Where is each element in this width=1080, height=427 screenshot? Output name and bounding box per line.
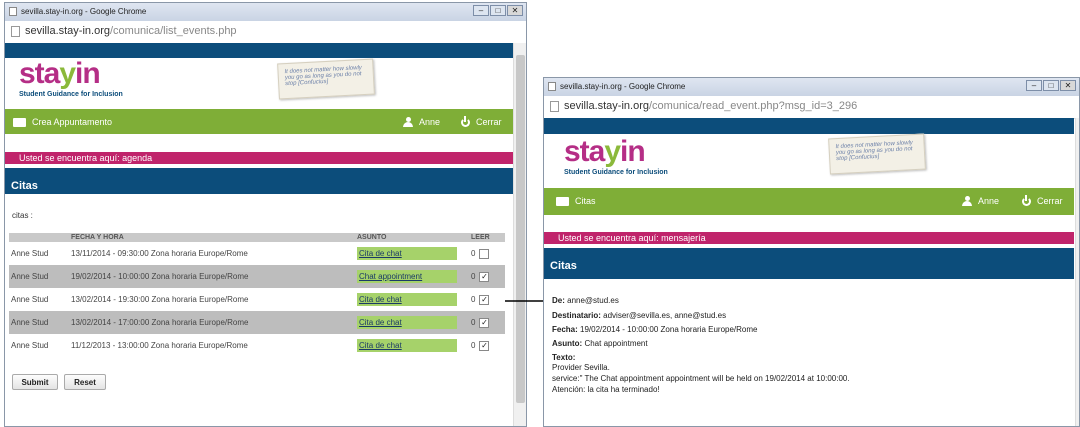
read-checkbox[interactable]: ✓ [479,317,490,328]
row-date: 13/02/2014 - 17:00:00 Zona horaria Europ… [69,311,355,334]
list-label: citas : [12,211,33,220]
close-button[interactable]: ✕ [507,5,523,16]
subject-link[interactable]: Cita de chat [357,339,457,352]
read-checkbox[interactable]: ✓ [479,340,490,351]
read-count: 0 [471,248,476,258]
vertical-scrollbar[interactable] [513,43,526,426]
user-menu[interactable]: Anne [403,117,440,127]
logout-link[interactable]: Cerrar [1022,194,1063,206]
table-row: Anne Stud 13/11/2014 - 09:30:00 Zona hor… [9,242,505,265]
read-count: 0 [471,340,476,350]
main-menu-bar: Citas Anne Cerrar [544,188,1074,215]
page-icon [550,101,559,112]
read-checkbox[interactable]: ✓ [479,271,490,282]
stay-in-logo: stayin Student Guidance for Inclusion [564,135,668,176]
top-banner [5,43,513,58]
column-header-read: LEER [469,233,505,242]
quote-note-image: It does not matter how slowly you go as … [277,58,375,100]
message-text-line: service:" The Chat appointment appointme… [552,374,850,383]
folder-open-icon [556,196,569,206]
table-row: Anne Stud 13/02/2014 - 17:00:00 Zona hor… [9,311,505,334]
read-checkbox[interactable]: ✓ [479,294,490,305]
table-row: Anne Stud 19/02/2014 - 10:00:00 Zona hor… [9,265,505,288]
subject-link[interactable]: Cita de chat [357,316,457,329]
row-from: Anne Stud [11,249,49,258]
row-from: Anne Stud [11,341,49,350]
row-from: Anne Stud [11,295,49,304]
row-date: 13/02/2014 - 19:30:00 Zona horaria Europ… [71,295,249,304]
read-checkbox[interactable] [479,248,490,259]
user-name: Anne [419,117,441,127]
scrollbar-thumb[interactable] [516,55,525,403]
message-recipient: Destinatario: adviser@sevilla.es, anne@s… [552,311,727,320]
row-date: 11/12/2013 - 13:00:00 Zona horaria Europ… [71,341,248,350]
folder-icon [13,117,26,127]
message-text-line: Atención: la cita ha terminado! [552,385,660,394]
user-menu[interactable]: Anne [962,196,999,206]
message-subject: Asunto: Chat appointment [552,339,648,348]
subject-link[interactable]: Cita de chat [357,247,457,260]
table-header: FECHA Y HORA ASUNTO LEER [9,233,505,242]
page-icon [11,26,20,37]
events-table: FECHA Y HORA ASUNTO LEER Anne Stud 13/11… [9,233,505,357]
column-header [9,233,69,242]
create-appointment-label: Crea Appuntamento [32,117,113,127]
title-bar: sevilla.stay-in.org - Google Chrome – □ … [544,78,1079,96]
user-icon [403,117,413,127]
minimize-button[interactable]: – [473,5,489,16]
read-count: 0 [471,271,476,281]
row-date: 19/02/2014 - 10:00:00 Zona horaria Europ… [69,265,355,288]
row-from: Anne Stud [9,311,69,334]
subject-link[interactable]: Cita de chat [357,293,457,306]
read-count: 0 [471,294,476,304]
top-banner [544,118,1074,134]
user-name: Anne [978,196,1000,206]
vertical-scrollbar[interactable] [1075,118,1079,426]
url-text[interactable]: sevilla.stay-in.org/comunica/list_events… [25,25,237,37]
submit-button[interactable]: Submit [12,374,58,390]
page-icon [9,7,17,16]
breadcrumb: Usted se encuentra aquí: agenda [5,152,513,164]
address-bar[interactable]: sevilla.stay-in.org/comunica/list_events… [5,21,526,44]
table-row: Anne Stud 11/12/2013 - 13:00:00 Zona hor… [9,334,505,357]
browser-window-list-events: sevilla.stay-in.org - Google Chrome – □ … [4,2,527,427]
minimize-button[interactable]: – [1026,80,1042,91]
maximize-button[interactable]: □ [490,5,506,16]
column-header-subject: ASUNTO [355,233,469,242]
url-text[interactable]: sevilla.stay-in.org/comunica/read_event.… [564,100,857,112]
address-bar[interactable]: sevilla.stay-in.org/comunica/read_event.… [544,96,1079,119]
reset-button[interactable]: Reset [64,374,106,390]
logout-link[interactable]: Cerrar [461,115,502,127]
title-bar: sevilla.stay-in.org - Google Chrome – □ … [5,3,526,21]
main-menu-bar: Crea Appuntamento Anne Cerrar [5,109,513,134]
row-from: Anne Stud [9,265,69,288]
logout-label: Cerrar [1037,196,1063,206]
message-text-label: Texto: [552,353,576,362]
power-icon [461,115,470,127]
maximize-button[interactable]: □ [1043,80,1059,91]
message-from: De: anne@stud.es [552,296,619,305]
quote-note-image: It does not matter how slowly you go as … [828,133,926,175]
citas-label: Citas [575,196,596,206]
close-button[interactable]: ✕ [1060,80,1076,91]
create-appointment-link[interactable]: Crea Appuntamento [13,117,112,127]
message-text-line: Provider Sevilla. [552,363,610,372]
logout-label: Cerrar [476,117,502,127]
user-icon [962,196,972,206]
section-title: Citas [5,168,513,194]
power-icon [1022,194,1031,206]
row-date: 13/11/2014 - 09:30:00 Zona horaria Europ… [71,249,248,258]
message-date: Fecha: 19/02/2014 - 10:00:00 Zona horari… [552,325,758,334]
table-row: Anne Stud 13/02/2014 - 19:30:00 Zona hor… [9,288,505,311]
page-icon [548,82,556,91]
citas-link[interactable]: Citas [556,196,596,206]
stay-in-logo: stayin Student Guidance for Inclusion [19,57,123,98]
breadcrumb: Usted se encuentra aquí: mensajería [544,232,1074,244]
window-title: sevilla.stay-in.org - Google Chrome [21,7,147,16]
section-title: Citas [544,248,1074,279]
window-title: sevilla.stay-in.org - Google Chrome [560,82,686,91]
column-header-date: FECHA Y HORA [69,233,355,242]
subject-link[interactable]: Chat appointment [357,270,457,283]
read-count: 0 [471,317,476,327]
